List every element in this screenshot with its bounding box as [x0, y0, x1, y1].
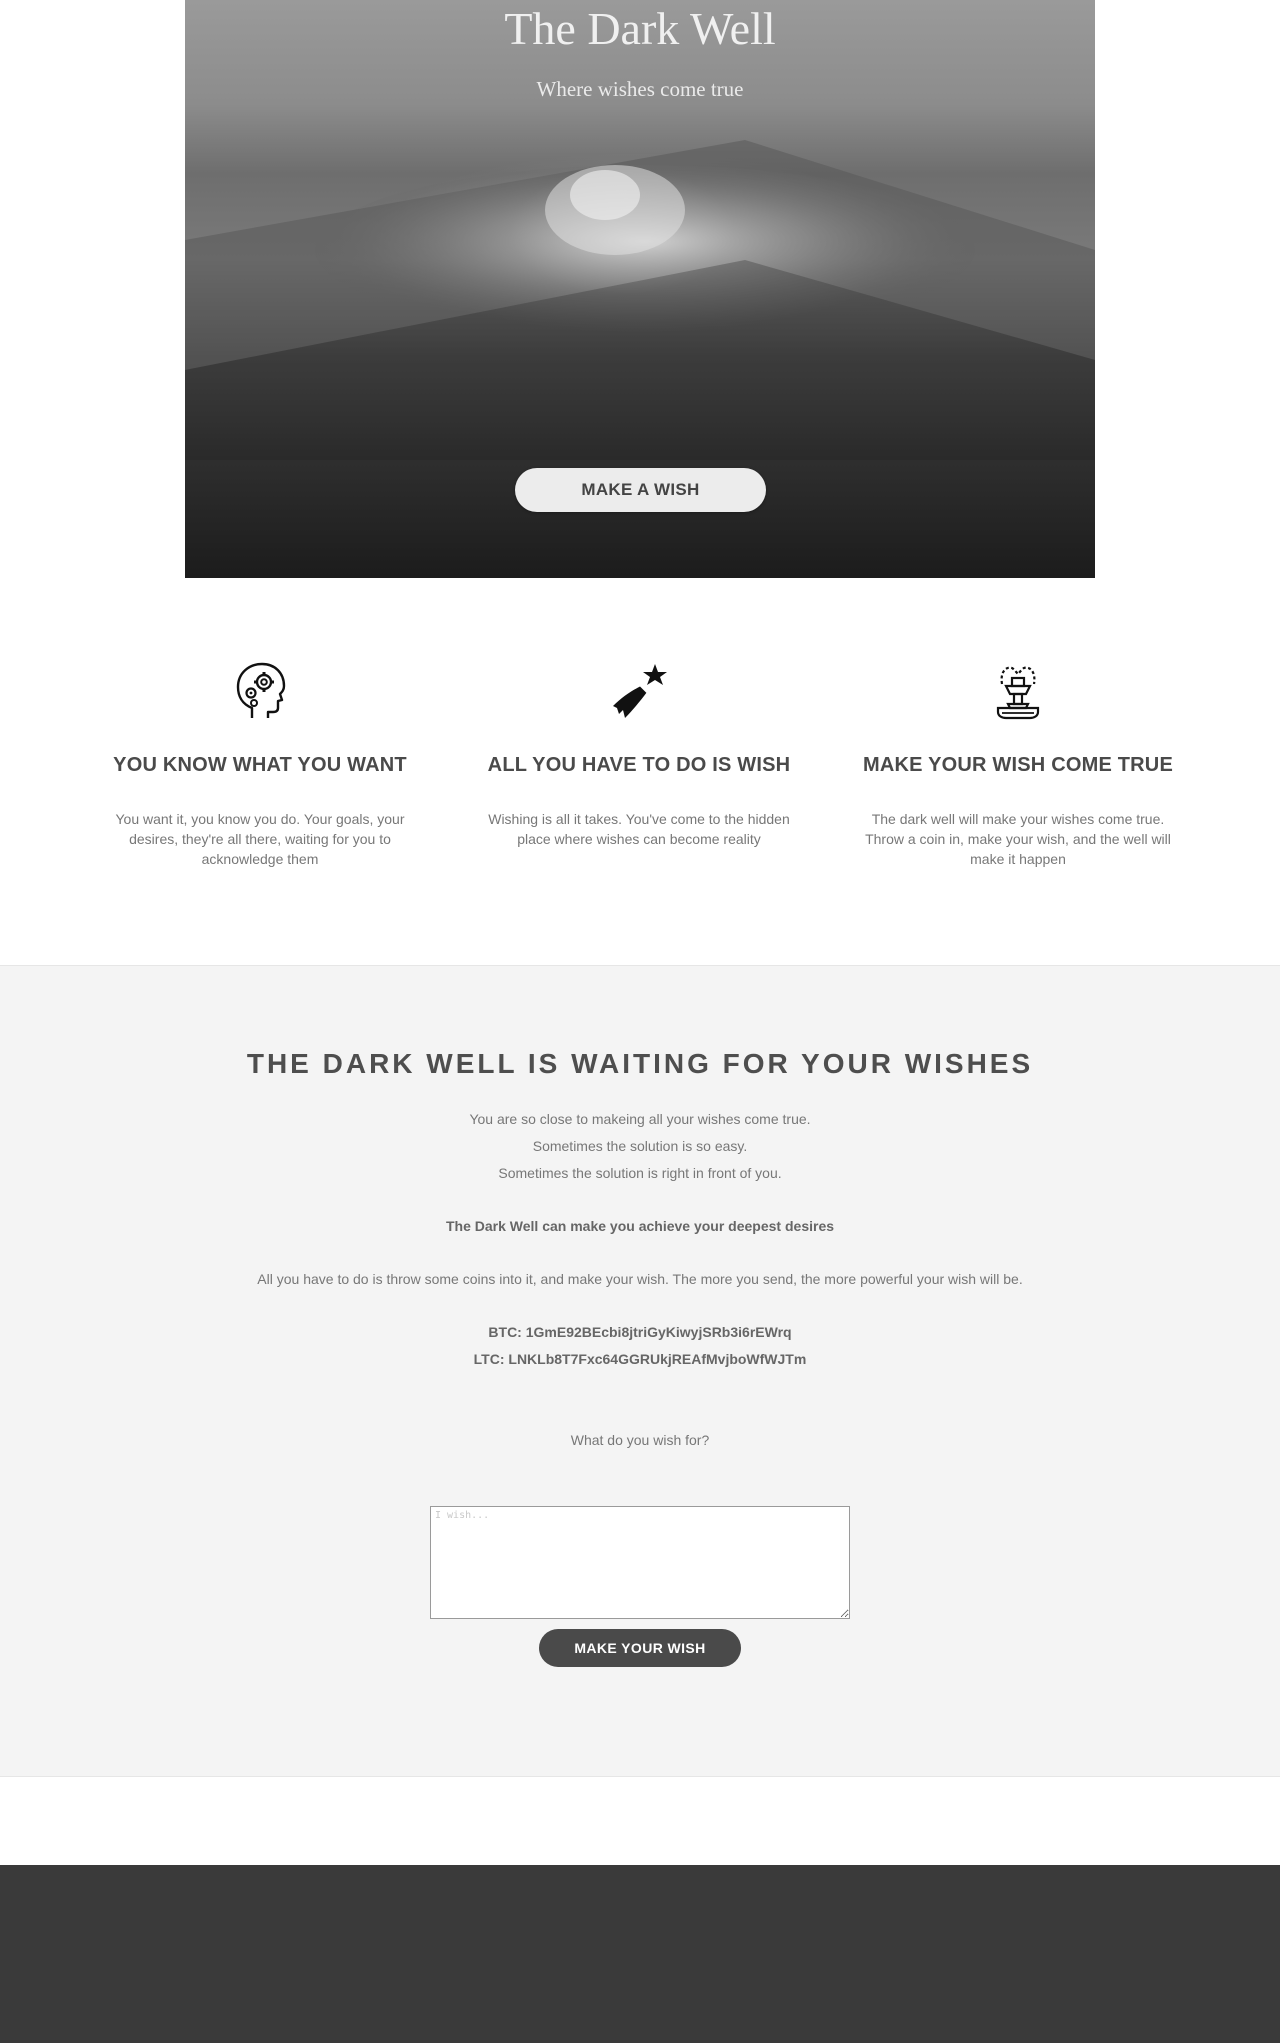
wish-section: THE DARK WELL IS WAITING FOR YOUR WISHES… [0, 965, 1280, 1777]
feature-know-what-you-want: YOU KNOW WHAT YOU WANT You want it, you … [100, 660, 420, 869]
intro-line: Sometimes the solution is so easy. [532, 1138, 748, 1154]
fountain-photo [185, 140, 1095, 460]
feature-come-true: MAKE YOUR WISH COME TRUE The dark well w… [858, 660, 1178, 869]
feature-title: ALL YOU HAVE TO DO IS WISH [487, 754, 791, 776]
site-tagline: Where wishes come true [536, 77, 744, 101]
footer [0, 1865, 1280, 2043]
feature-just-wish: ALL YOU HAVE TO DO IS WISH Wishing is al… [479, 660, 799, 849]
wish-prompt: What do you wish for? [570, 1432, 710, 1448]
wish-textarea[interactable] [430, 1506, 850, 1619]
feature-title: YOU KNOW WHAT YOU WANT [113, 754, 407, 776]
intro-line: Sometimes the solution is right in front… [498, 1165, 782, 1181]
feature-text: You want it, you know you do. Your goals… [115, 811, 405, 867]
feature-text: The dark well will make your wishes come… [865, 811, 1171, 867]
intro-line: You are so close to makeing all your wis… [469, 1111, 811, 1127]
site-title: The Dark Well [504, 3, 776, 54]
ltc-address: LTC: LNKLb8T7Fxc64GGRUkjREAfMvjboWfWJTm [473, 1351, 807, 1367]
btc-address: BTC: 1GmE92BEcbi8jtriGyKiwyjSRb3i6rEWrq [488, 1324, 792, 1340]
shooting-star-icon [613, 664, 667, 718]
make-your-wish-button[interactable]: MAKE YOUR WISH [539, 1629, 741, 1667]
fountain-icon [996, 666, 1040, 720]
emphasis-text: The Dark Well can make you achieve your … [445, 1218, 835, 1234]
make-a-wish-button[interactable]: MAKE A WISH [515, 468, 766, 512]
instructions-text: All you have to do is throw some coins i… [257, 1271, 1023, 1287]
head-gears-icon [236, 662, 286, 718]
feature-title: MAKE YOUR WISH COME TRUE [863, 754, 1173, 776]
section-heading: THE DARK WELL IS WAITING FOR YOUR WISHES [246, 1048, 1034, 1079]
feature-text: Wishing is all it takes. You've come to … [488, 811, 790, 847]
hero-banner: The Dark Well Where wishes come true MAK… [185, 0, 1095, 578]
